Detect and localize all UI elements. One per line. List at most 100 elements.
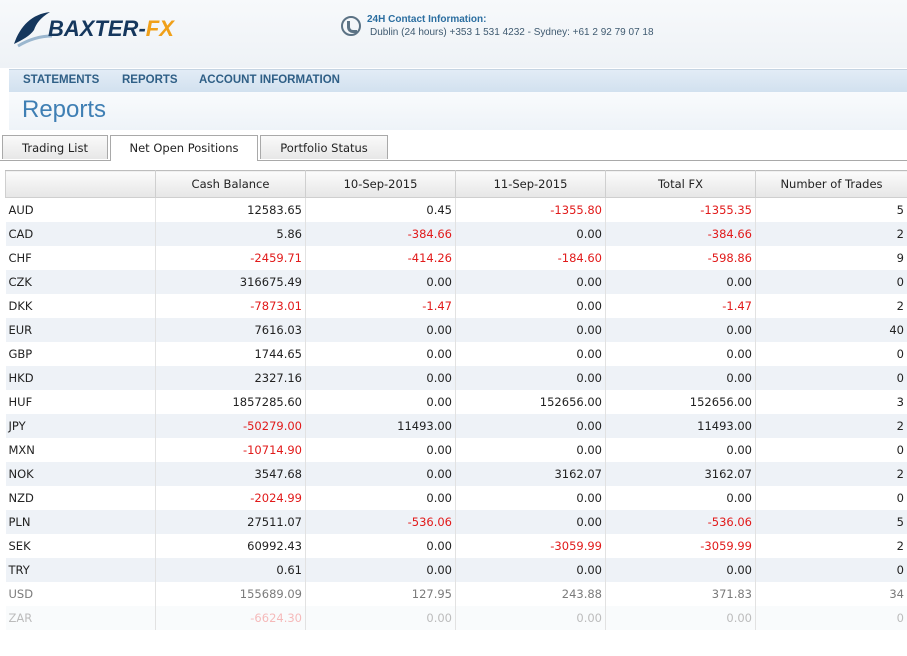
cell-total-fx: 0.00 [605,318,756,342]
cell-total-fx: 371.83 [605,582,756,606]
cell-number-of-trades: 0 [755,606,907,630]
cell-number-of-trades: 5 [755,197,907,222]
cell-cash-balance: 1857285.60 [155,390,306,414]
table-row[interactable]: CAD 5.86 -384.66 0.00 -384.66 2 [5,222,907,246]
cell-total-fx: 0.00 [605,342,756,366]
cell-number-of-trades: 9 [755,246,907,270]
tab-net-open-positions[interactable]: Net Open Positions [110,135,258,161]
cell-cash-balance: -2024.99 [155,486,306,510]
cell-11-sep-2015: 0.00 [455,222,606,246]
table-row[interactable]: USD 155689.09 127.95 243.88 371.83 34 [5,582,907,606]
cell-total-fx: 3162.07 [605,462,756,486]
nav-account-information[interactable]: ACCOUNT INFORMATION [199,74,340,86]
cell-cash-balance: 155689.09 [155,582,306,606]
header: BAXTER-FX 24H Contact Information: Dubli… [0,0,907,68]
cell-currency: CAD [5,222,156,246]
cell-11-sep-2015: 0.00 [455,558,606,582]
column-header-cash-balance[interactable]: Cash Balance [155,170,306,198]
cell-10-sep-2015: 0.00 [305,462,456,486]
cell-10-sep-2015: -414.26 [305,246,456,270]
cell-currency: AUD [5,197,156,222]
cell-10-sep-2015: 0.00 [305,558,456,582]
table-row[interactable]: AUD 12583.65 0.45 -1355.80 -1355.35 5 [5,197,907,222]
cell-number-of-trades: 40 [755,318,907,342]
cell-cash-balance: 27511.07 [155,510,306,534]
tab-portfolio-status[interactable]: Portfolio Status [260,135,388,159]
table-row[interactable]: MXN -10714.90 0.00 0.00 0.00 0 [5,438,907,462]
table-row[interactable]: NOK 3547.68 0.00 3162.07 3162.07 2 [5,462,907,486]
cell-11-sep-2015: 0.00 [455,414,606,438]
cell-cash-balance: -2459.71 [155,246,306,270]
table-row[interactable]: EUR 7616.03 0.00 0.00 0.00 40 [5,318,907,342]
table-row[interactable]: HKD 2327.16 0.00 0.00 0.00 0 [5,366,907,390]
cell-10-sep-2015: 11493.00 [305,414,456,438]
baxter-fx-logo[interactable]: BAXTER-FX [10,6,180,56]
table-row[interactable]: CHF -2459.71 -414.26 -184.60 -598.86 9 [5,246,907,270]
table-row[interactable]: PLN 27511.07 -536.06 0.00 -536.06 5 [5,510,907,534]
cell-11-sep-2015: 243.88 [455,582,606,606]
table-header-row: Cash Balance 10-Sep-2015 11-Sep-2015 Tot… [5,170,907,198]
cell-10-sep-2015: 0.00 [305,486,456,510]
cell-total-fx: 11493.00 [605,414,756,438]
cell-currency: MXN [5,438,156,462]
cell-number-of-trades: 5 [755,510,907,534]
table-row[interactable]: CZK 316675.49 0.00 0.00 0.00 0 [5,270,907,294]
cell-11-sep-2015: 0.00 [455,294,606,318]
cell-11-sep-2015: 0.00 [455,342,606,366]
cell-10-sep-2015: -384.66 [305,222,456,246]
cell-10-sep-2015: 0.00 [305,390,456,414]
cell-currency: HUF [5,390,156,414]
phone-icon [341,16,361,36]
cell-currency: SEK [5,534,156,558]
column-header-currency[interactable] [5,170,156,198]
cell-cash-balance: 7616.03 [155,318,306,342]
cell-10-sep-2015: -1.47 [305,294,456,318]
column-header-total-fx[interactable]: Total FX [605,170,756,198]
table-row[interactable]: GBP 1744.65 0.00 0.00 0.00 0 [5,342,907,366]
cell-currency: JPY [5,414,156,438]
nav-statements[interactable]: STATEMENTS [23,74,99,86]
table-row[interactable]: TRY 0.61 0.00 0.00 0.00 0 [5,558,907,582]
cell-currency: GBP [5,342,156,366]
cell-total-fx: -384.66 [605,222,756,246]
nav-reports[interactable]: REPORTS [122,74,178,86]
cell-number-of-trades: 0 [755,558,907,582]
column-header-10-sep-2015[interactable]: 10-Sep-2015 [305,170,456,198]
column-header-number-of-trades[interactable]: Number of Trades [755,170,907,198]
cell-cash-balance: -6624.30 [155,606,306,630]
cell-total-fx: -1355.35 [605,197,756,222]
cell-cash-balance: 0.61 [155,558,306,582]
column-header-11-sep-2015[interactable]: 11-Sep-2015 [455,170,606,198]
cell-cash-balance: 60992.43 [155,534,306,558]
cell-total-fx: 152656.00 [605,390,756,414]
cell-currency: NZD [5,486,156,510]
cell-currency: HKD [5,366,156,390]
cell-total-fx: 0.00 [605,558,756,582]
table-row[interactable]: NZD -2024.99 0.00 0.00 0.00 0 [5,486,907,510]
cell-cash-balance: -50279.00 [155,414,306,438]
table-row[interactable]: DKK -7873.01 -1.47 0.00 -1.47 2 [5,294,907,318]
tab-trading-list[interactable]: Trading List [2,135,108,159]
page-title: Reports [22,96,107,123]
contact-detail: Dublin (24 hours) +353 1 531 4232 - Sydn… [370,27,654,38]
cell-cash-balance: -10714.90 [155,438,306,462]
cell-cash-balance: 2327.16 [155,366,306,390]
cell-currency: ZAR [5,606,156,630]
cell-11-sep-2015: 0.00 [455,318,606,342]
cell-number-of-trades: 0 [755,366,907,390]
cell-total-fx: -598.86 [605,246,756,270]
cell-currency: CZK [5,270,156,294]
cell-number-of-trades: 0 [755,270,907,294]
table-row[interactable]: ZAR -6624.30 0.00 0.00 0.00 0 [5,606,907,630]
cell-cash-balance: 3547.68 [155,462,306,486]
table-body: AUD 12583.65 0.45 -1355.80 -1355.35 5 CAD 5.86-… [5,197,907,630]
cell-11-sep-2015: 0.00 [455,510,606,534]
cell-total-fx: -536.06 [605,510,756,534]
table-row[interactable]: SEK 60992.43 0.00 -3059.99 -3059.99 2 [5,534,907,558]
cell-10-sep-2015: 0.00 [305,438,456,462]
table-row[interactable]: HUF 1857285.60 0.00 152656.00 152656.00 3 [5,390,907,414]
cell-10-sep-2015: 0.00 [305,342,456,366]
cell-currency: EUR [5,318,156,342]
cell-11-sep-2015: -3059.99 [455,534,606,558]
table-row[interactable]: JPY -50279.00 11493.00 0.00 11493.00 2 [5,414,907,438]
